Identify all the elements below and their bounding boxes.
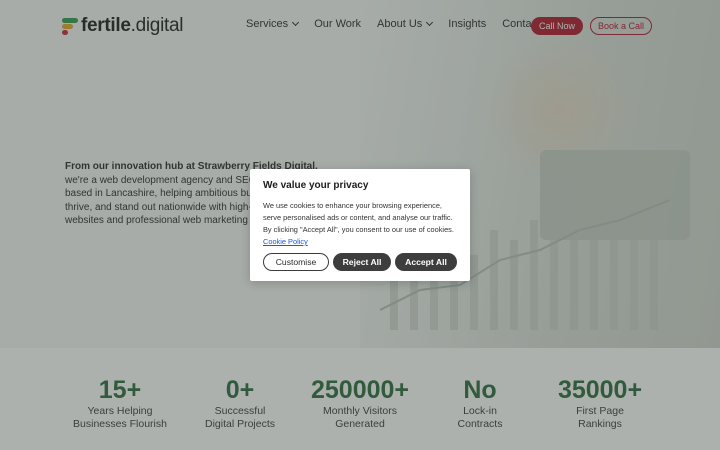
customise-button[interactable]: Customise — [263, 253, 329, 271]
reject-all-button[interactable]: Reject All — [333, 253, 391, 271]
accept-all-button[interactable]: Accept All — [395, 253, 457, 271]
cookie-policy-link[interactable]: Cookie Policy — [263, 237, 308, 246]
cookie-text: We use cookies to enhance your browsing … — [263, 201, 454, 246]
cookie-actions: Customise Reject All Accept All — [263, 253, 461, 271]
cookie-title: We value your privacy — [263, 180, 369, 191]
cookie-consent-dialog: We value your privacy We use cookies to … — [250, 169, 470, 281]
